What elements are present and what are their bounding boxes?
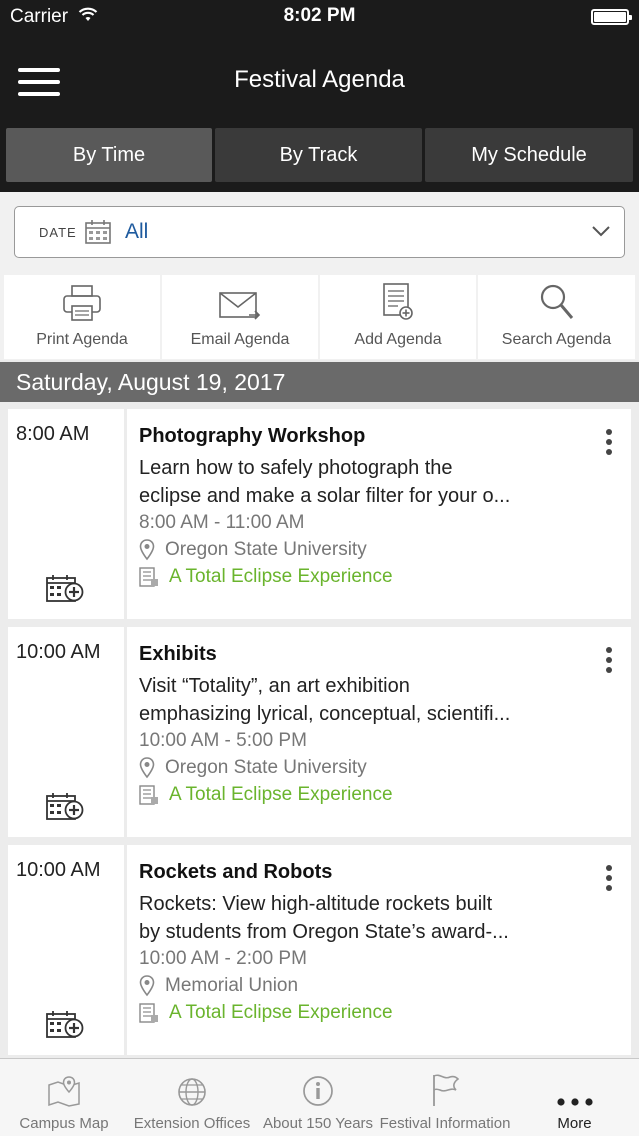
session-row: 10:00 AM Exhibits Visit “Totality”, an a… bbox=[8, 627, 631, 837]
tab-festival-information[interactable]: Festival Information bbox=[380, 1059, 510, 1136]
date-filter-select[interactable]: DATE All bbox=[14, 206, 625, 258]
session-description-line: eclipse and make a solar filter for your… bbox=[139, 485, 511, 507]
session-location-text: Oregon State University bbox=[165, 757, 367, 778]
info-icon bbox=[303, 1076, 333, 1106]
email-agenda-label: Email Agenda bbox=[190, 331, 290, 348]
session-title: Exhibits bbox=[139, 643, 217, 665]
session-track-text: A Total Eclipse Experience bbox=[169, 1002, 393, 1023]
date-filter-value: All bbox=[125, 220, 149, 243]
session-description-line: by students from Oregon State’s award-..… bbox=[139, 921, 509, 943]
location-pin-icon bbox=[139, 757, 155, 779]
session-description: Rockets: View high-altitude rockets buil… bbox=[139, 890, 579, 946]
chevron-down-icon bbox=[592, 226, 610, 237]
session-description-line: Learn how to safely photograph the bbox=[139, 457, 453, 479]
view-segmented-control: By Time By Track My Schedule bbox=[0, 128, 639, 192]
session-location-text: Memorial Union bbox=[165, 975, 299, 996]
map-pin-icon bbox=[48, 1076, 80, 1107]
session-card[interactable]: Rockets and Robots Rockets: View high-al… bbox=[127, 845, 631, 1055]
tab-campus-map-label: Campus Map bbox=[19, 1115, 109, 1132]
add-document-icon bbox=[383, 283, 413, 320]
date-filter-label: DATE bbox=[39, 225, 77, 240]
more-horizontal-icon bbox=[556, 1098, 593, 1106]
print-agenda-button[interactable]: Print Agenda bbox=[4, 275, 160, 359]
calendar-icon bbox=[85, 220, 111, 244]
add-agenda-button[interactable]: Add Agenda bbox=[320, 275, 476, 359]
search-icon bbox=[540, 284, 573, 319]
session-track[interactable]: A Total Eclipse Experience bbox=[139, 784, 393, 806]
email-agenda-button[interactable]: Email Agenda bbox=[162, 275, 318, 359]
navigation-bar: Festival Agenda bbox=[0, 34, 639, 128]
session-description-line: Visit “Totality”, an art exhibition bbox=[139, 675, 410, 697]
flag-icon bbox=[433, 1074, 460, 1106]
envelope-icon bbox=[219, 292, 261, 320]
session-title: Rockets and Robots bbox=[139, 861, 333, 883]
page-title: Festival Agenda bbox=[234, 66, 405, 93]
track-document-icon bbox=[139, 785, 158, 805]
clock: 8:02 PM bbox=[283, 5, 356, 26]
tab-my-schedule[interactable]: My Schedule bbox=[425, 128, 633, 182]
tab-extension-offices[interactable]: Extension Offices bbox=[128, 1059, 256, 1136]
session-start-time: 8:00 AM bbox=[16, 423, 90, 445]
session-description: Visit “Totality”, an art exhibition emph… bbox=[139, 672, 579, 728]
globe-icon bbox=[178, 1078, 206, 1106]
session-time-range: 10:00 AM - 5:00 PM bbox=[139, 730, 307, 751]
tab-extension-offices-label: Extension Offices bbox=[133, 1115, 251, 1132]
session-title: Photography Workshop bbox=[139, 425, 366, 447]
session-time-range: 10:00 AM - 2:00 PM bbox=[139, 948, 307, 969]
tab-more-label: More bbox=[557, 1115, 592, 1132]
tab-by-track[interactable]: By Track bbox=[215, 128, 422, 182]
session-time-range: 8:00 AM - 11:00 AM bbox=[139, 512, 305, 533]
session-track-text: A Total Eclipse Experience bbox=[169, 784, 393, 805]
add-to-calendar-icon[interactable] bbox=[46, 793, 84, 821]
more-options-icon[interactable] bbox=[605, 647, 613, 677]
location-pin-icon bbox=[139, 975, 155, 997]
more-options-icon[interactable] bbox=[605, 429, 613, 459]
session-location: Oregon State University bbox=[139, 539, 367, 561]
bottom-tab-bar: Campus Map Extension Offices About 150 Y… bbox=[0, 1058, 639, 1136]
more-options-icon[interactable] bbox=[605, 865, 613, 895]
tab-more[interactable]: More bbox=[510, 1059, 639, 1136]
tab-about-150-years-label: About 150 Years bbox=[262, 1115, 374, 1132]
session-track-text: A Total Eclipse Experience bbox=[169, 566, 393, 587]
printer-icon bbox=[63, 285, 101, 321]
session-card[interactable]: Exhibits Visit “Totality”, an art exhibi… bbox=[127, 627, 631, 837]
add-agenda-label: Add Agenda bbox=[354, 331, 442, 348]
session-card[interactable]: Photography Workshop Learn how to safely… bbox=[127, 409, 631, 619]
session-time-cell: 10:00 AM bbox=[8, 627, 124, 837]
tab-campus-map[interactable]: Campus Map bbox=[0, 1059, 128, 1136]
filter-area: DATE All bbox=[0, 192, 639, 274]
session-start-time: 10:00 AM bbox=[16, 641, 101, 663]
session-location: Memorial Union bbox=[139, 975, 298, 997]
session-time-cell: 8:00 AM bbox=[8, 409, 124, 619]
battery-icon bbox=[591, 9, 632, 25]
search-agenda-button[interactable]: Search Agenda bbox=[478, 275, 635, 359]
session-description-line: emphasizing lyrical, conceptual, scienti… bbox=[139, 703, 511, 725]
add-to-calendar-icon[interactable] bbox=[46, 1011, 84, 1039]
session-description: Learn how to safely photograph the eclip… bbox=[139, 454, 579, 510]
session-time-cell: 10:00 AM bbox=[8, 845, 124, 1055]
print-agenda-label: Print Agenda bbox=[36, 331, 128, 348]
session-row: 8:00 AM Photography Workshop Learn how t… bbox=[8, 409, 631, 619]
search-agenda-label: Search Agenda bbox=[501, 331, 612, 348]
session-location-text: Oregon State University bbox=[165, 539, 367, 560]
tab-festival-information-label: Festival Information bbox=[379, 1115, 511, 1132]
track-document-icon bbox=[139, 1003, 158, 1023]
session-track[interactable]: A Total Eclipse Experience bbox=[139, 566, 393, 588]
session-location: Oregon State University bbox=[139, 757, 367, 779]
location-pin-icon bbox=[139, 539, 155, 561]
track-document-icon bbox=[139, 567, 158, 587]
tab-about-150-years[interactable]: About 150 Years bbox=[256, 1059, 380, 1136]
day-header: Saturday, August 19, 2017 bbox=[0, 362, 639, 402]
session-description-line: Rockets: View high-altitude rockets buil… bbox=[139, 893, 493, 915]
status-bar: Carrier 8:02 PM bbox=[0, 0, 639, 34]
session-row: 10:00 AM Rockets and Robots Rockets: Vie… bbox=[8, 845, 631, 1055]
agenda-actions: Print Agenda Email Agenda Add Agenda Sea… bbox=[0, 274, 639, 360]
tab-by-time[interactable]: By Time bbox=[6, 128, 212, 182]
session-track[interactable]: A Total Eclipse Experience bbox=[139, 1002, 393, 1024]
session-start-time: 10:00 AM bbox=[16, 859, 101, 881]
add-to-calendar-icon[interactable] bbox=[46, 575, 84, 603]
